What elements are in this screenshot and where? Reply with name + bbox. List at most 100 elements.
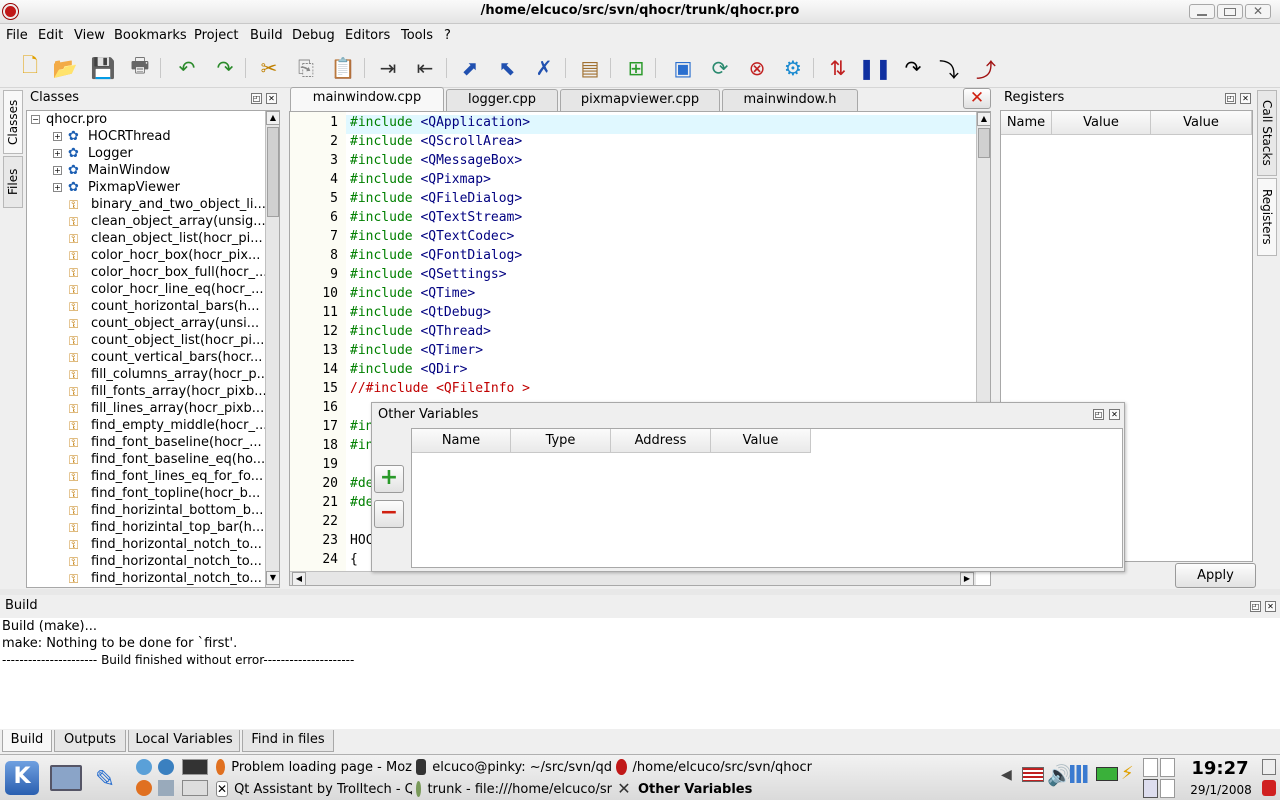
debug-step-out-icon[interactable]: ⬉ [493, 54, 521, 82]
tree-function-item[interactable]: ⚿ binary_and_two_object_li... [69, 196, 266, 213]
step-over-icon[interactable]: ↷ [899, 54, 927, 82]
side-tab-files[interactable]: Files [3, 156, 23, 208]
window-list-icon[interactable] [182, 780, 208, 796]
pause-icon[interactable]: ❚❚ [858, 54, 892, 82]
expand-icon[interactable]: + [53, 166, 62, 175]
tab-mainwindow-cpp[interactable]: mainwindow.cpp [290, 87, 444, 112]
firefox-icon[interactable] [136, 780, 152, 796]
minimize-button[interactable] [1189, 4, 1215, 19]
print-icon[interactable]: 🖶 [126, 53, 154, 82]
side-tab-call-stacks[interactable]: Call Stacks [1257, 90, 1277, 176]
paste-icon[interactable]: 📋 [329, 54, 357, 82]
menu-debug[interactable]: Debug [292, 28, 335, 43]
collapse-icon[interactable]: − [31, 115, 40, 124]
menu-view[interactable]: View [74, 28, 105, 43]
menu-editors[interactable]: Editors [345, 28, 390, 43]
tree-function-item[interactable]: ⚿ find_font_lines_eq_for_fo... [69, 468, 263, 485]
build-output[interactable]: Build (make)... make: Nothing to be done… [0, 618, 1280, 729]
tree-class-item[interactable]: + ✿ Logger [53, 145, 133, 162]
close-window-button[interactable]: ✕ [1245, 4, 1271, 19]
task-qt-assistant[interactable]: ✕ Qt Assistant by Trolltech - Q [216, 779, 412, 799]
build-icon[interactable]: ▤ [576, 54, 604, 82]
apps-icon[interactable] [158, 780, 174, 796]
tree-function-item[interactable]: ⚿ find_font_baseline(hocr_... [69, 434, 262, 451]
menu-bookmarks[interactable]: Bookmarks [114, 28, 187, 43]
tree-function-item[interactable]: ⚿ count_object_list(hocr_pi... [69, 332, 264, 349]
computer-icon[interactable] [50, 765, 82, 791]
close-icon[interactable]: ✕ [266, 93, 277, 104]
remove-variable-button[interactable]: − [374, 500, 404, 528]
konqueror-icon[interactable] [158, 759, 174, 775]
close-icon[interactable]: ✕ [1109, 409, 1120, 420]
lock-screen-icon[interactable] [1262, 759, 1276, 775]
menu-tools[interactable]: Tools [401, 28, 433, 43]
maximize-button[interactable] [1217, 4, 1243, 19]
expand-icon[interactable]: + [53, 149, 62, 158]
close-icon[interactable]: ✕ [1240, 93, 1251, 104]
expand-icon[interactable]: + [53, 132, 62, 141]
tree-function-item[interactable]: ⚿ fill_lines_array(hocr_pixb... [69, 400, 264, 417]
scroll-thumb[interactable] [978, 128, 990, 158]
scroll-left-arrow[interactable]: ◀ [292, 572, 306, 585]
tray-arrow-icon[interactable]: ◀ [1001, 767, 1012, 783]
power-icon[interactable]: ⚡ [1121, 763, 1134, 784]
side-tab-registers[interactable]: Registers [1257, 178, 1277, 256]
configure-icon[interactable]: ⚙ [779, 54, 807, 82]
pager-desktop[interactable] [1143, 758, 1158, 777]
pager-desktop[interactable] [1160, 779, 1175, 798]
tree-function-item[interactable]: ⚿ clean_object_list(hocr_pi... [69, 230, 263, 247]
scroll-up-arrow[interactable]: ▲ [266, 111, 280, 125]
step-out-icon[interactable]: ⤴ [972, 54, 1000, 82]
pager-desktop[interactable] [1160, 758, 1175, 777]
menu-edit[interactable]: Edit [38, 28, 63, 43]
menu-file[interactable]: File [6, 28, 28, 43]
classes-scrollbar[interactable]: ▲ ▼ [265, 111, 280, 587]
column-header[interactable]: Value [1052, 111, 1151, 135]
tree-function-item[interactable]: ⚿ find_font_baseline_eq(ho... [69, 451, 265, 468]
undock-icon[interactable]: ◰ [1250, 601, 1261, 612]
tree-function-item[interactable]: ⚿ count_horizontal_bars(h... [69, 298, 260, 315]
tree-function-item[interactable]: ⚿ count_object_array(unsi... [69, 315, 259, 332]
tree-class-item[interactable]: + ✿ MainWindow [53, 162, 170, 179]
column-header[interactable]: Value [711, 429, 811, 453]
tree-function-item[interactable]: ⚿ find_horizontal_notch_to... [69, 536, 262, 553]
task-konqueror[interactable]: trunk - file:///home/elcuco/sr [416, 779, 612, 799]
tree-function-item[interactable]: ⚿ color_hocr_line_eq(hocr_... [69, 281, 264, 298]
column-header[interactable]: Name [1001, 111, 1052, 135]
column-header[interactable]: Type [511, 429, 611, 453]
close-icon[interactable]: ✕ [1265, 601, 1276, 612]
debug-step-icon[interactable]: ⬈ [456, 54, 484, 82]
new-project-icon[interactable]: ⊞ [622, 54, 650, 82]
save-icon[interactable]: 💾 [89, 54, 117, 82]
tab-pixmapviewer-cpp[interactable]: pixmapviewer.cpp [560, 89, 720, 111]
scroll-down-arrow[interactable]: ▼ [266, 571, 280, 585]
step-into-icon[interactable]: ⤵ [935, 54, 963, 82]
variables-table[interactable]: Name Type Address Value [411, 428, 1123, 568]
desktop-pager[interactable] [1143, 758, 1175, 798]
tree-function-item[interactable]: ⚿ fill_columns_array(hocr_p... [69, 366, 267, 383]
task-terminal[interactable]: elcuco@pinky: ~/src/svn/qd [416, 757, 612, 777]
column-header[interactable]: Address [611, 429, 711, 453]
apply-button[interactable]: Apply [1175, 563, 1256, 588]
keyboard-layout-icon[interactable] [1022, 767, 1044, 782]
task-qdevelop[interactable]: /home/elcuco/src/svn/qhocr [616, 757, 812, 777]
undock-icon[interactable]: ◰ [251, 93, 262, 104]
battery-icon[interactable] [1096, 767, 1118, 781]
editor-horizontal-scrollbar[interactable]: ◀ ▶ [290, 571, 976, 585]
tree-class-item[interactable]: + ✿ PixmapViewer [53, 179, 180, 196]
scroll-right-arrow[interactable]: ▶ [960, 572, 974, 585]
tree-function-item[interactable]: ⚿ count_vertical_bars(hocr... [69, 349, 262, 366]
menu-project[interactable]: Project [194, 28, 238, 43]
side-tab-classes[interactable]: Classes [3, 90, 23, 154]
undock-icon[interactable]: ◰ [1093, 409, 1104, 420]
new-file-icon[interactable]: 🗋 [16, 53, 44, 82]
redo-icon[interactable]: ↷ [211, 54, 239, 82]
kde-menu-icon[interactable]: K [5, 761, 39, 795]
cut-icon[interactable]: ✂ [255, 54, 283, 82]
rebuild-icon[interactable]: ⟳ [706, 54, 734, 82]
volume-icon[interactable]: 🔊 [1047, 763, 1072, 787]
undo-icon[interactable]: ↶ [173, 54, 201, 82]
tab-build[interactable]: Build [2, 730, 52, 752]
tab-local-variables[interactable]: Local Variables [128, 730, 240, 752]
other-variables-panel[interactable]: Other Variables ◰ ✕ + − Name Type Addres… [371, 402, 1125, 572]
